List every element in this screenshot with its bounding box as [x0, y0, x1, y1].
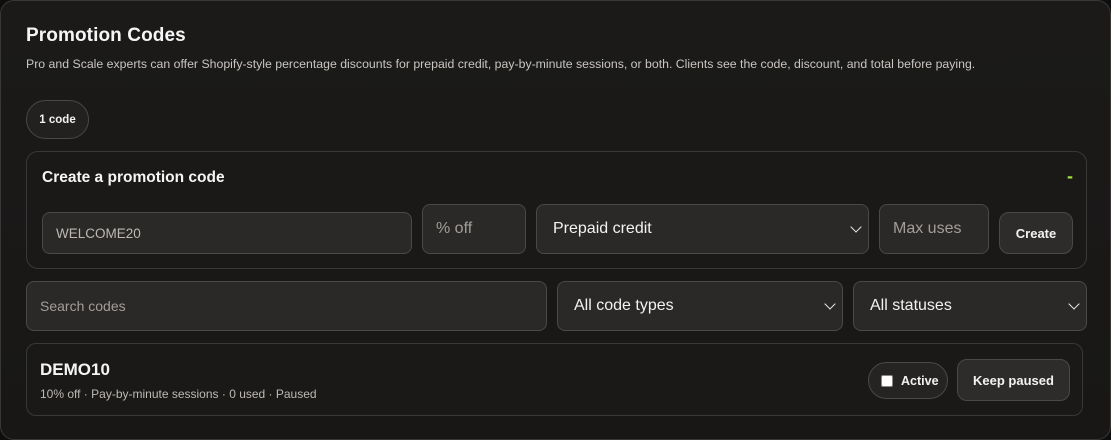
code-input-value: WELCOME20 [56, 225, 141, 241]
max-uses-placeholder: Max uses [893, 220, 962, 237]
status-filter[interactable]: All statuses [853, 281, 1087, 331]
code-input[interactable]: WELCOME20 [42, 212, 412, 254]
active-label: Active [901, 373, 939, 388]
code-list-item: DEMO10 10% off · Pay-by-minute sessions … [26, 343, 1083, 416]
code-count-badge: 1 code [26, 100, 89, 139]
code-type-filter[interactable]: All code types [557, 281, 843, 331]
chevron-down-icon [1068, 298, 1080, 310]
search-input[interactable]: Search codes [26, 281, 547, 331]
discount-type-value: Prepaid credit [553, 220, 652, 237]
active-checkbox[interactable] [881, 374, 893, 387]
promotion-codes-panel: Promotion Codes Pro and Scale experts ca… [0, 0, 1111, 440]
code-details: 10% off · Pay-by-minute sessions · 0 use… [40, 387, 317, 401]
percent-off-placeholder: % off [436, 220, 473, 237]
section-title: Promotion Codes [26, 25, 186, 46]
max-uses-input[interactable]: Max uses [879, 204, 989, 254]
chevron-down-icon [824, 298, 836, 310]
create-button[interactable]: Create [999, 212, 1073, 254]
section-subtitle: Pro and Scale experts can offer Shopify-… [26, 57, 976, 71]
keep-paused-button[interactable]: Keep paused [957, 359, 1070, 401]
active-toggle[interactable]: Active [868, 362, 948, 399]
create-code-card: Create a promotion code - WELCOME20 % of… [26, 151, 1087, 269]
create-card-title: Create a promotion code [42, 169, 225, 186]
code-name: DEMO10 [40, 360, 110, 379]
discount-type-select[interactable]: Prepaid credit [536, 204, 869, 254]
status-filter-value: All statuses [870, 297, 952, 314]
search-placeholder: Search codes [40, 298, 126, 314]
code-type-filter-value: All code types [574, 297, 674, 314]
collapse-toggle[interactable]: - [1067, 166, 1073, 186]
percent-off-input[interactable]: % off [422, 204, 526, 254]
chevron-down-icon [850, 221, 862, 233]
